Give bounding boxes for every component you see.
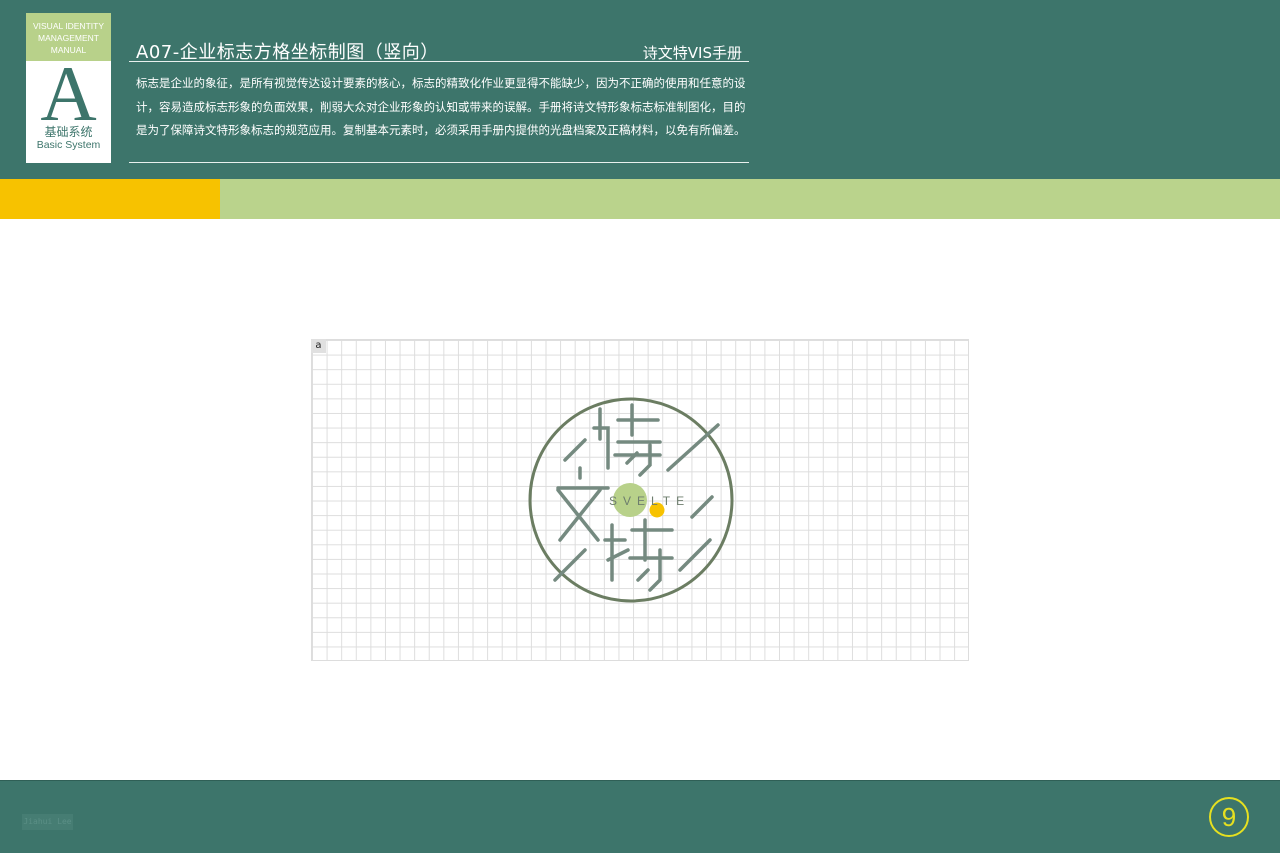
manual-line: VISUAL IDENTITY [26,20,111,32]
section-name-en: Basic System [26,139,111,151]
section-name-cn: 基础系统 [26,125,111,139]
footer-bar: Jiahui Lee 9 [0,780,1280,853]
logo-wordmark-en: SVELTE [609,494,690,508]
divider [129,162,749,163]
accent-stripe-green [220,179,1280,219]
accent-stripe-yellow [0,179,220,219]
section-letter: A [26,61,111,125]
page-number: 9 [1209,797,1249,837]
description-text: 标志是企业的象征，是所有视觉传达设计要素的核心，标志的精致化作业更显得不能缺少，… [136,72,748,143]
section-badge: VISUAL IDENTITY MANAGEMENT MANUAL A 基础系统… [26,13,111,163]
header-bar: VISUAL IDENTITY MANAGEMENT MANUAL A 基础系统… [0,0,1280,179]
grid-label: a [311,339,326,353]
manual-line: MANAGEMENT [26,32,111,44]
author-tag: Jiahui Lee [22,814,73,830]
brand-label: 诗文特VIS手册 [643,42,742,63]
divider [129,61,749,62]
